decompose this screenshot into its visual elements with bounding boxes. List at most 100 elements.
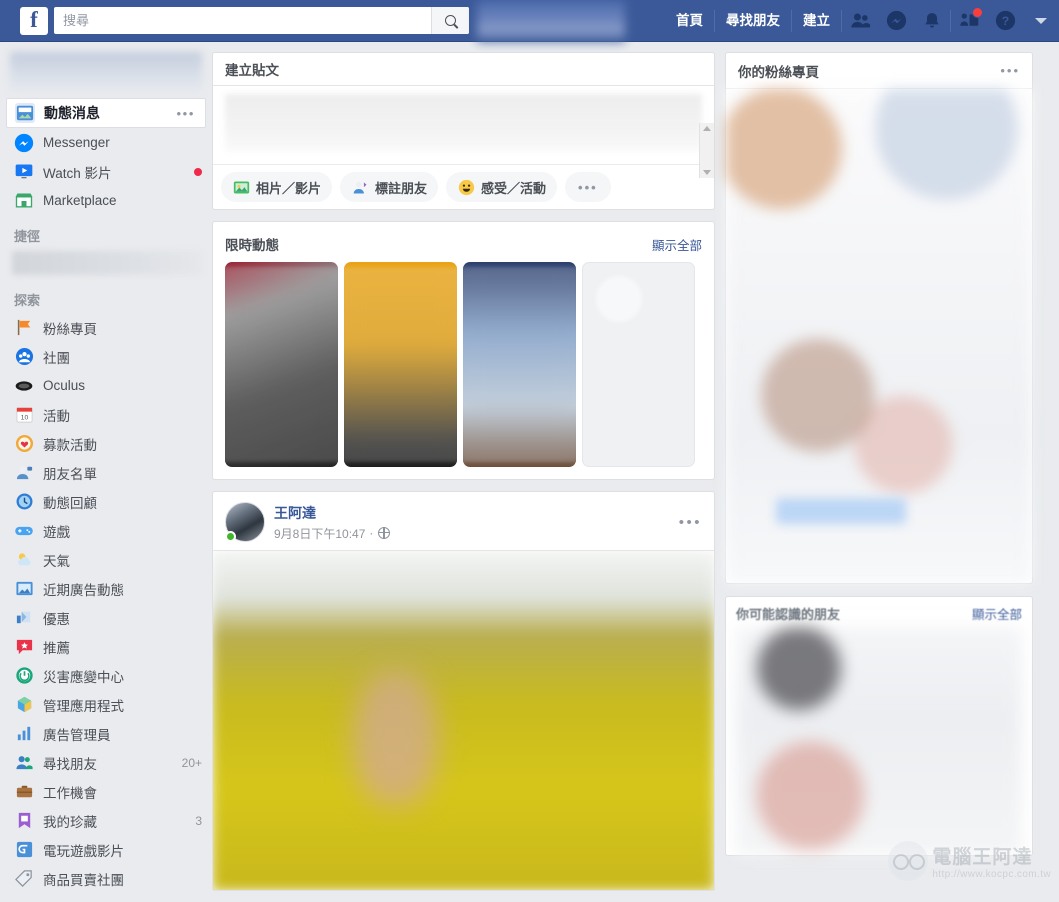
sidebar-item-groups[interactable]: 社團	[0, 342, 212, 371]
sidebar-item-events[interactable]: 10 活動	[0, 400, 212, 429]
facebook-logo[interactable]: f	[20, 7, 48, 35]
news-feed-icon	[15, 103, 35, 123]
sidebar-item-memories[interactable]: 動態回顧	[0, 487, 212, 516]
sidebar-item-games[interactable]: 遊戲	[0, 516, 212, 545]
search-icon	[445, 15, 456, 26]
friend-requests-button[interactable]	[842, 0, 878, 42]
more-options-button[interactable]: •••	[565, 172, 611, 202]
stories-card: 限時動態 顯示全部	[212, 221, 715, 480]
memories-icon	[14, 492, 34, 512]
pymk-show-all-link[interactable]: 顯示全部	[972, 604, 1022, 623]
create-post-card: 建立貼文 相片／影片 標註朋友 感受／活動 •••	[212, 52, 715, 210]
post-options-button[interactable]: •••	[679, 514, 702, 531]
sidebar-item-buy-sell-groups[interactable]: 商品買賣社團	[0, 864, 212, 887]
sidebar-item-label: 管理應用程式	[43, 695, 124, 715]
sidebar-item-offers[interactable]: 優惠	[0, 603, 212, 632]
create-post-title: 建立貼文	[213, 53, 714, 86]
sidebar-item-find-friends[interactable]: 尋找朋友 20+	[0, 748, 212, 777]
sidebar-item-label: 推薦	[43, 637, 70, 657]
help-icon: ?	[995, 10, 1016, 31]
watch-unread-dot	[194, 168, 202, 176]
sidebar-item-saved[interactable]: 我的珍藏 3	[0, 806, 212, 835]
your-pages-cta-button[interactable]	[776, 498, 906, 524]
sidebar-item-label: 遊戲	[43, 521, 70, 541]
sidebar-item-jobs[interactable]: 工作機會	[0, 777, 212, 806]
svg-text:10: 10	[20, 414, 28, 421]
sidebar-item-recommendations[interactable]: 推薦	[0, 632, 212, 661]
messenger-button[interactable]	[878, 0, 914, 42]
stories-show-all-link[interactable]: 顯示全部	[652, 235, 702, 254]
sidebar-item-label: 優惠	[43, 608, 70, 628]
search-box[interactable]	[54, 7, 469, 34]
post-subtitle: 9月8日下午10:47 ·	[274, 525, 390, 542]
post-author-name[interactable]: 王阿達	[274, 503, 390, 523]
news-feed-options-button[interactable]: •••	[177, 106, 195, 121]
your-pages-header: 你的粉絲專頁 •••	[726, 53, 1032, 89]
help-button[interactable]: ?	[987, 0, 1023, 42]
nav-link-create[interactable]: 建立	[792, 0, 841, 42]
avatar[interactable]	[225, 502, 265, 542]
nav-link-find-friends[interactable]: 尋找朋友	[715, 0, 791, 42]
sidebar-item-weather[interactable]: 天氣	[0, 545, 212, 574]
sidebar-item-recent-ad-activity[interactable]: 近期廣告動態	[0, 574, 212, 603]
post-separator: ·	[369, 526, 373, 540]
feeling-activity-button[interactable]: 感受／活動	[446, 172, 557, 202]
sidebar-item-pages[interactable]: 粉絲專頁	[0, 313, 212, 342]
shortcut-item-redacted[interactable]	[12, 251, 202, 275]
search-input[interactable]	[54, 8, 431, 33]
story-card[interactable]	[225, 262, 338, 467]
sidebar-item-label: 商品買賣社團	[43, 869, 124, 888]
sidebar-item-fundraisers[interactable]: 募款活動	[0, 429, 212, 458]
sidebar-profile-card-redacted[interactable]	[10, 52, 202, 92]
story-card[interactable]	[463, 262, 576, 467]
sidebar-item-label: 近期廣告動態	[43, 579, 124, 599]
svg-text:?: ?	[1001, 14, 1008, 28]
story-card[interactable]	[344, 262, 457, 467]
your-pages-title: 你的粉絲專頁	[738, 61, 819, 81]
sidebar-item-label: 活動	[43, 405, 70, 425]
sidebar-item-manage-apps[interactable]: 管理應用程式	[0, 690, 212, 719]
create-post-input-redacted[interactable]	[225, 94, 702, 152]
scroll-down-icon[interactable]	[703, 170, 711, 175]
sidebar-item-label: 募款活動	[43, 434, 97, 454]
saved-badge: 3	[195, 814, 202, 828]
right-sidebar: 你的粉絲專頁 ••• 你可能認識的朋友 顯示全部	[725, 52, 1033, 868]
post-image-subject-blur	[353, 671, 438, 806]
tag-friends-button[interactable]: 標註朋友	[340, 172, 438, 202]
feed-post: 王阿達 9月8日下午10:47 · •••	[212, 491, 715, 891]
account-dropdown-button[interactable]	[1023, 0, 1059, 42]
sidebar-item-news-feed[interactable]: 動態消息 •••	[6, 98, 206, 128]
add-story-avatar	[596, 276, 642, 322]
messenger-icon	[14, 133, 34, 153]
your-pages-options-button[interactable]: •••	[1000, 63, 1020, 78]
sidebar-item-label: 粉絲專頁	[43, 318, 97, 338]
offers-icon	[14, 608, 34, 628]
sidebar-item-messenger[interactable]: Messenger	[0, 128, 212, 157]
photo-video-button[interactable]: 相片／影片	[221, 172, 332, 202]
sidebar-item-label: 動態消息	[44, 103, 100, 123]
notifications-button[interactable]	[914, 0, 950, 42]
chevron-down-icon	[1035, 18, 1047, 24]
saved-icon	[14, 811, 34, 831]
sidebar-item-crisis-response[interactable]: 災害應變中心	[0, 661, 212, 690]
sidebar-item-gaming-video[interactable]: 電玩遊戲影片	[0, 835, 212, 864]
people-you-may-know-panel: 你可能認識的朋友 顯示全部	[725, 596, 1033, 856]
gaming-video-icon	[14, 840, 34, 860]
scroll-up-icon[interactable]	[703, 126, 711, 131]
nav-link-home[interactable]: 首頁	[665, 0, 714, 42]
sidebar-item-label: 社團	[43, 347, 70, 367]
compose-scrollbar[interactable]	[699, 123, 714, 178]
pages-feed-button[interactable]	[951, 0, 987, 42]
sidebar-item-oculus[interactable]: Oculus	[0, 371, 212, 400]
post-image-container[interactable]	[213, 550, 714, 890]
post-timestamp[interactable]: 9月8日下午10:47	[274, 525, 365, 542]
sidebar-item-marketplace[interactable]: Marketplace	[0, 186, 212, 215]
sidebar-item-watch[interactable]: Watch 影片	[0, 157, 212, 186]
sidebar-item-ads-manager[interactable]: 廣告管理員	[0, 719, 212, 748]
groups-icon	[14, 347, 34, 367]
search-button[interactable]	[431, 7, 469, 34]
add-story-card[interactable]	[582, 262, 695, 467]
sidebar-item-friend-lists[interactable]: 朋友名單	[0, 458, 212, 487]
your-pages-panel: 你的粉絲專頁 •••	[725, 52, 1033, 584]
globe-icon[interactable]	[378, 527, 390, 539]
